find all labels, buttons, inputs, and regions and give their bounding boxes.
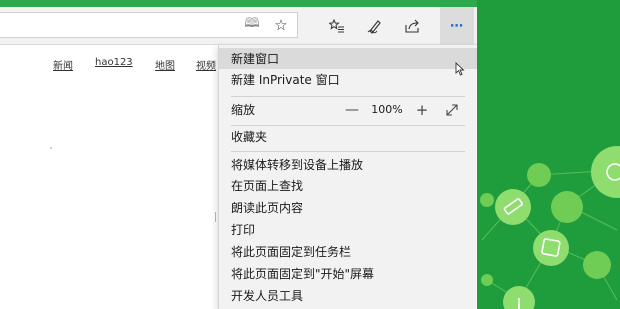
menu-item-label: 新建 InPrivate 窗口 [231,73,340,87]
menu-new-inprivate-window[interactable]: 新建 InPrivate 窗口 [219,69,477,90]
menu-favorites[interactable]: 收藏夹 [219,126,477,147]
menu-item-label: 新建窗口 [231,52,280,66]
menu-pin-to-start[interactable]: 将此页面固定到"开始"屏幕 [219,263,477,284]
link-map[interactable]: 地图 [155,57,175,72]
menu-item-label: 收藏夹 [231,130,268,144]
pen-icon[interactable] [360,7,390,45]
menu-divider [231,96,465,97]
settings-menu: 新建窗口 新建 InPrivate 窗口 缩放 — 100% + 收藏夹 将媒体… [218,45,477,309]
menu-item-label: 在页面上查找 [231,179,304,193]
menu-item-label: 打印 [231,223,256,237]
star-outline-icon[interactable]: ☆ [266,12,296,38]
wallpaper-graphic [480,146,620,309]
zoom-in-button[interactable]: + [413,99,431,120]
link-hao123[interactable]: hao123 [95,57,133,68]
window-title-strip [0,0,477,7]
menu-print[interactable]: 打印 [219,219,477,240]
menu-read-aloud[interactable]: 朗读此页内容 [219,197,477,218]
zoom-value: 100% [371,103,403,116]
zoom-out-button[interactable]: — [343,99,361,120]
zoom-label: 缩放 [231,103,256,117]
menu-item-label: 将媒体转移到设备上播放 [231,158,364,172]
menu-item-label: 将此页面固定到任务栏 [231,245,352,259]
menu-developer-tools[interactable]: 开发人员工具 [219,285,477,306]
link-video[interactable]: 视频 [196,57,216,72]
ellipsis-icon[interactable]: ⋯ [440,7,474,45]
expand-arrows-icon[interactable] [443,99,461,120]
favorites-hub-icon[interactable] [322,7,352,45]
menu-divider [231,151,465,152]
browser-toolbar: 🕮 ☆ ⋯ [0,7,477,45]
desktop-wallpaper [477,0,620,309]
menu-new-window[interactable]: 新建窗口 [219,48,477,76]
browser-window: 🕮 ☆ ⋯ 新闻 hao123 地图 视频 新建窗口 新建 InPrivate … [0,0,477,309]
link-news[interactable]: 新闻 [53,57,73,72]
menu-item-label: 朗读此页内容 [231,201,304,215]
menu-item-label: 开发人员工具 [231,289,304,303]
menu-cast-media[interactable]: 将媒体转移到设备上播放 [219,154,477,175]
menu-find-on-page[interactable]: 在页面上查找 [219,175,477,196]
menu-item-label: 将此页面固定到"开始"屏幕 [231,267,375,281]
menu-pin-to-taskbar[interactable]: 将此页面固定到任务栏 [219,241,477,262]
menu-zoom: 缩放 — 100% + [219,99,477,120]
page-speck [50,147,52,149]
share-icon[interactable] [398,7,428,45]
page-speck [215,212,216,222]
book-icon[interactable]: 🕮 [237,12,267,38]
